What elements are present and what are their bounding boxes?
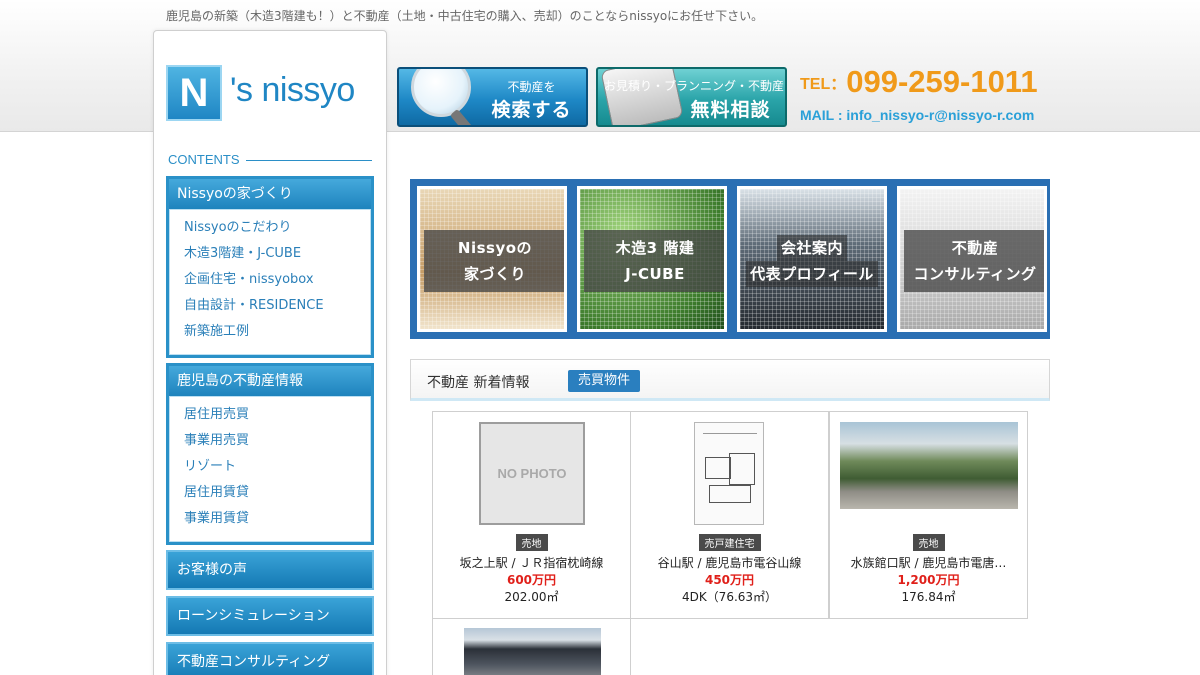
listing-card[interactable]: 売戸建住宅 谷山駅 / 鹿児島市電谷山線 450万円 4DK（76.63㎡） [630,411,829,619]
menu-item[interactable]: Nissyoのこだわり [184,218,370,244]
menu-item[interactable]: 居住用売買 [184,405,370,431]
listing-size: 4DK（76.63㎡） [681,590,778,604]
menu-item[interactable]: 居住用賃貸 [184,483,370,509]
menu-list: Nissyoのこだわり 木造3階建・J-CUBE 企画住宅・nissyobox … [169,209,371,355]
menu-house-building: Nissyoの家づくり Nissyoのこだわり 木造3階建・J-CUBE 企画住… [166,176,374,358]
floorplan-thumbnail[interactable] [694,422,764,525]
listing-card[interactable]: NO PHOTO 売地 坂之上駅 / ＪＲ指宿枕崎線 600万円 202.00㎡ [432,411,631,619]
listing-price: 600万円 [506,573,557,587]
listing-card[interactable] [432,618,631,675]
property-photo[interactable] [840,422,1018,509]
feature-banners: Nissyoの 家づくり 木造3 階建 J-CUBE 会社案内 代表プロフィール… [410,179,1050,339]
listing-price: 1,200万円 [897,573,960,587]
menu-title[interactable]: 鹿児島の不動産情報 [169,366,371,396]
consult-button-small-label: お見積り・プランニング・不動産の [604,79,787,93]
free-consultation-button[interactable]: お見積り・プランニング・不動産の 無料相談 [596,67,787,127]
banner-label: Nissyoの 家づくり [424,230,564,292]
sidebar: N 's nissyo CONTENTS Nissyoの家づくり Nissyoの… [153,30,387,675]
banner-jcube[interactable]: 木造3 階建 J-CUBE [577,186,727,332]
menu-item[interactable]: 新築施工例 [184,322,370,348]
listing-size: 176.84㎡ [901,590,956,604]
banner-house-building[interactable]: Nissyoの 家づくり [417,186,567,332]
news-header: 不動産 新着情報 売買物件 [410,359,1050,401]
menu-item[interactable]: 木造3階建・J-CUBE [184,244,370,270]
logo-text: 's nissyo [230,71,355,109]
property-photo[interactable] [464,628,601,675]
listing-location[interactable]: 谷山駅 / 鹿児島市電谷山線 [631,554,828,571]
search-button-label: 検索する [491,99,572,121]
banner-company-profile[interactable]: 会社案内 代表プロフィール [737,186,887,332]
banner-label: 不動産 コンサルティング [904,230,1044,292]
listing-size: 202.00㎡ [504,590,559,604]
menu-real-estate: 鹿児島の不動産情報 居住用売買 事業用売買 リゾート 居住用賃貸 事業用賃貸 [166,363,374,545]
consulting-button[interactable]: 不動産コンサルティング [166,642,374,675]
menu-item[interactable]: 自由設計・RESIDENCE [184,296,370,322]
menu-item[interactable]: 企画住宅・nissyobox [184,270,370,296]
menu-title[interactable]: Nissyoの家づくり [169,179,371,209]
phone-number: TEL：099-259-1011 [800,64,1038,100]
menu-item[interactable]: 事業用売買 [184,431,370,457]
tel-label: TEL： [800,76,847,93]
property-listings: NO PHOTO 売地 坂之上駅 / ＪＲ指宿枕崎線 600万円 202.00㎡… [432,411,1030,675]
tel-number: 099-259-1011 [846,64,1038,99]
telephone-icon [600,69,684,125]
no-photo-thumbnail[interactable]: NO PHOTO [479,422,585,525]
news-title: 不動産 新着情報 [427,375,530,391]
property-type-badge: 売戸建住宅 [698,534,761,551]
banner-label: 会社案内 代表プロフィール [740,230,884,292]
banner-label: 木造3 階建 J-CUBE [584,230,724,292]
logo-mark: N [166,65,222,121]
magnifier-icon [411,69,471,117]
customer-voices-button[interactable]: お客様の声 [166,550,374,590]
listing-price: 450万円 [704,573,755,587]
site-tagline: 鹿児島の新築（木造3階建も！）と不動産（土地・中古住宅の購入、売却）のことならn… [166,9,764,23]
consult-button-label: 無料相談 [690,99,771,121]
tab-sales-properties[interactable]: 売買物件 [568,370,641,392]
property-type-badge: 売地 [515,534,548,551]
menu-item[interactable]: 事業用賃貸 [184,509,370,535]
banner-consulting[interactable]: 不動産 コンサルティング [897,186,1047,332]
property-type-badge: 売地 [912,534,945,551]
search-button-small-label: 不動産を [507,80,556,94]
menu-item[interactable]: リゾート [184,457,370,483]
menu-list: 居住用売買 事業用売買 リゾート 居住用賃貸 事業用賃貸 [169,396,371,542]
property-search-button[interactable]: 不動産を 検索する [397,67,588,127]
site-logo[interactable]: N 's nissyo [166,65,378,123]
contents-heading: CONTENTS [168,152,240,167]
listing-card[interactable]: 売地 水族館口駅 / 鹿児島市電唐… 1,200万円 176.84㎡ [829,411,1028,619]
listing-location[interactable]: 水族館口駅 / 鹿児島市電唐… [830,554,1027,571]
listing-location[interactable]: 坂之上駅 / ＪＲ指宿枕崎線 [433,554,630,571]
mail-address[interactable]: MAIL : info_nissyo-r@nissyo-r.com [800,107,1034,123]
loan-simulation-button[interactable]: ローンシミュレーション [166,596,374,636]
